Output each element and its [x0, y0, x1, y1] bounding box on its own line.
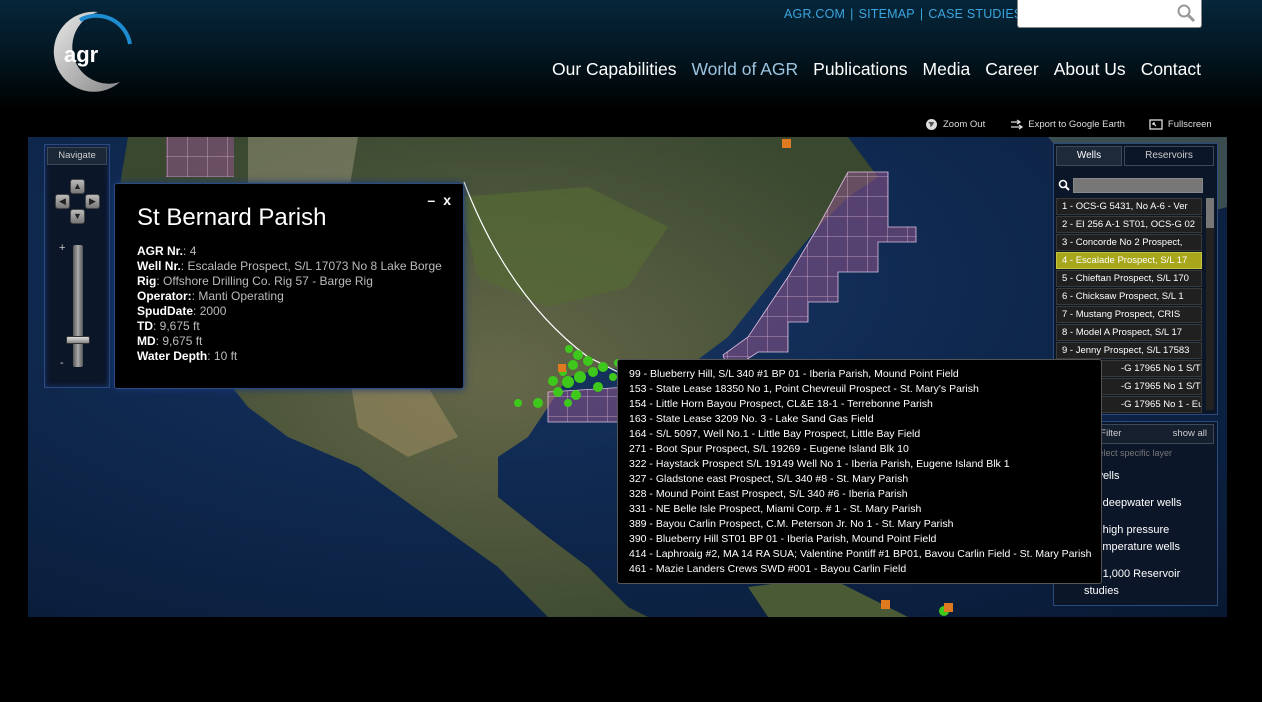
- tooltip-well-entry[interactable]: 271 - Boot Spur Prospect, S/L 19269 - Eu…: [629, 442, 1101, 457]
- toplink-separator: |: [919, 7, 924, 21]
- list-item[interactable]: 9 - Jenny Prospect, S/L 17583: [1056, 342, 1202, 359]
- export-label: Export to Google Earth: [1028, 119, 1125, 130]
- tooltip-well-entry[interactable]: 163 - State Lease 3209 No. 3 - Lake Sand…: [629, 412, 1101, 427]
- field-rig: Rig: Offshore Drilling Co. Rig 57 - Barg…: [137, 274, 373, 288]
- nav-media[interactable]: Media: [923, 59, 971, 80]
- toplink-separator: |: [850, 7, 854, 21]
- zoom-slider-track[interactable]: [73, 245, 83, 367]
- tooltip-well-entry[interactable]: 99 - Blueberry Hill, S/L 340 #1 BP 01 - …: [629, 367, 1101, 382]
- map-toolbar: Zoom Out Export to Google Earth Fullscre…: [925, 118, 1212, 131]
- toplink-sitemap[interactable]: SITEMAP: [859, 7, 915, 21]
- agr-logo[interactable]: agr: [50, 8, 134, 92]
- toplink-case-studies[interactable]: CASE STUDIES: [928, 7, 1022, 21]
- list-item[interactable]: 3 - Concorde No 2 Prospect,: [1056, 234, 1202, 251]
- tooltip-well-entry[interactable]: 164 - S/L 5097, Well No.1 - Little Bay P…: [629, 427, 1101, 442]
- tooltip-well-entry[interactable]: 389 - Bayou Carlin Prospect, C.M. Peters…: [629, 517, 1101, 532]
- list-item[interactable]: 5 - Chieftan Prospect, S/L 170: [1056, 270, 1202, 287]
- nav-publications[interactable]: Publications: [813, 59, 907, 80]
- nav-our-capabilities[interactable]: Our Capabilities: [552, 59, 677, 80]
- navigate-panel: Navigate ▲ ◀ ▶ ▼ + -: [44, 144, 110, 388]
- license-block-north: [166, 137, 234, 177]
- pan-down-icon[interactable]: ▼: [70, 209, 85, 224]
- field-agr-nr: AGR Nr.: 4: [137, 244, 197, 258]
- tooltip-well-entry[interactable]: 153 - State Lease 18350 No 1, Point Chev…: [629, 382, 1101, 397]
- navigate-title: Navigate: [47, 147, 107, 165]
- tab-reservoirs[interactable]: Reservoirs: [1124, 146, 1214, 166]
- tooltip-well-entry[interactable]: 331 - NE Belle Isle Prospect, Miami Corp…: [629, 502, 1101, 517]
- search-icon: [1058, 179, 1070, 191]
- list-item[interactable]: 2 - EI 256 A-1 ST01, OCS-G 02: [1056, 216, 1202, 233]
- list-item-selected[interactable]: 4 - Escalade Prospect, S/L 17: [1056, 252, 1202, 269]
- tab-wells[interactable]: Wells: [1056, 146, 1122, 166]
- field-spuddate: SpudDate: 2000: [137, 304, 227, 318]
- fullscreen-button[interactable]: Fullscreen: [1149, 118, 1212, 131]
- zoom-minus-label: -: [60, 357, 64, 369]
- tooltip-well-entry[interactable]: 154 - Little Horn Bayou Prospect, CL&E 1…: [629, 397, 1101, 412]
- nav-contact[interactable]: Contact: [1141, 59, 1201, 80]
- pan-control: ▲ ◀ ▶ ▼: [55, 179, 101, 225]
- panel-tabs: Wells Reservoirs: [1056, 146, 1214, 166]
- tooltip-well-entry[interactable]: 328 - Mound Point East Prospect, S/L 340…: [629, 487, 1101, 502]
- list-item[interactable]: 7 - Mustang Prospect, CRIS: [1056, 306, 1202, 323]
- pan-up-icon[interactable]: ▲: [70, 179, 85, 194]
- popup-title: St Bernard Parish: [137, 204, 327, 231]
- wells-scrollbar[interactable]: [1206, 198, 1214, 410]
- zoom-out-label: Zoom Out: [943, 119, 986, 130]
- toplink-agr-com[interactable]: AGR.COM: [784, 7, 845, 21]
- tooltip-well-entry[interactable]: 461 - Mazie Landers Crews SWD #001 - Bay…: [629, 562, 1101, 577]
- zoom-slider-thumb[interactable]: [66, 336, 90, 344]
- list-item[interactable]: 1 - OCS-G 5431, No A-6 - Ver: [1056, 198, 1202, 215]
- search-input[interactable]: [1024, 0, 1174, 26]
- globe-icon: [926, 119, 937, 130]
- list-item[interactable]: 8 - Model A Prospect, S/L 17: [1056, 324, 1202, 341]
- minimize-icon[interactable]: –: [427, 192, 435, 208]
- nav-world-of-agr[interactable]: World of AGR: [691, 59, 798, 80]
- well-info-popup: St Bernard Parish – x AGR Nr.: 4 Well Nr…: [114, 183, 464, 389]
- field-md: MD: 9,675 ft: [137, 334, 203, 348]
- show-all-link[interactable]: show all: [1173, 425, 1207, 443]
- tooltip-well-entry[interactable]: 327 - Gladstone east Prospect, S/L 340 #…: [629, 472, 1101, 487]
- wells-hover-tooltip: 99 - Blueberry Hill, S/L 340 #1 BP 01 - …: [617, 359, 1102, 584]
- export-icon: [1011, 118, 1024, 130]
- layer-hint: select specific layer: [1094, 448, 1173, 458]
- export-google-earth-button[interactable]: Export to Google Earth: [1009, 118, 1125, 131]
- popup-fields: AGR Nr.: 4 Well Nr.: Escalade Prospect, …: [137, 244, 442, 364]
- field-water-depth: Water Depth: 10 ft: [137, 349, 238, 363]
- fullscreen-label: Fullscreen: [1167, 119, 1212, 130]
- close-icon[interactable]: x: [443, 192, 451, 208]
- tooltip-well-entry[interactable]: 390 - Blueberry Hill ST01 BP 01 - Iberia…: [629, 532, 1101, 547]
- tooltip-well-entry[interactable]: 414 - Laphroaig #2, MA 14 RA SUA; Valent…: [629, 547, 1101, 562]
- nav-about-us[interactable]: About Us: [1054, 59, 1126, 80]
- pan-left-icon[interactable]: ◀: [55, 194, 70, 209]
- field-td: TD: 9,675 ft: [137, 319, 200, 333]
- scrollbar-thumb[interactable]: [1206, 198, 1214, 228]
- field-well-nr: Well Nr.: Escalade Prospect, S/L 17073 N…: [137, 259, 442, 273]
- search-box: [1017, 0, 1202, 28]
- popup-controls: – x: [427, 192, 451, 208]
- wells-filter: [1058, 177, 1204, 193]
- zoom-out-button[interactable]: Zoom Out: [925, 118, 985, 131]
- svg-text:agr: agr: [64, 42, 99, 67]
- zoom-plus-label: +: [59, 242, 66, 254]
- nav-career[interactable]: Career: [985, 59, 1039, 80]
- tooltip-well-entry[interactable]: 322 - Haystack Prospect S/L 19149 Well N…: [629, 457, 1101, 472]
- wells-filter-input[interactable]: [1073, 177, 1203, 193]
- pan-right-icon[interactable]: ▶: [85, 194, 100, 209]
- site-header: agr AGR.COM | SITEMAP | CASE STUDIES Our Cap…: [0, 0, 1262, 110]
- list-item[interactable]: 6 - Chicksaw Prospect, S/L 1: [1056, 288, 1202, 305]
- search-icon[interactable]: [1176, 3, 1196, 23]
- fullscreen-icon: [1149, 118, 1163, 130]
- top-links: AGR.COM | SITEMAP | CASE STUDIES: [784, 7, 1022, 21]
- main-nav: Our Capabilities World of AGR Publicatio…: [552, 59, 1201, 80]
- field-operator: Operator:: Manti Operating: [137, 289, 284, 303]
